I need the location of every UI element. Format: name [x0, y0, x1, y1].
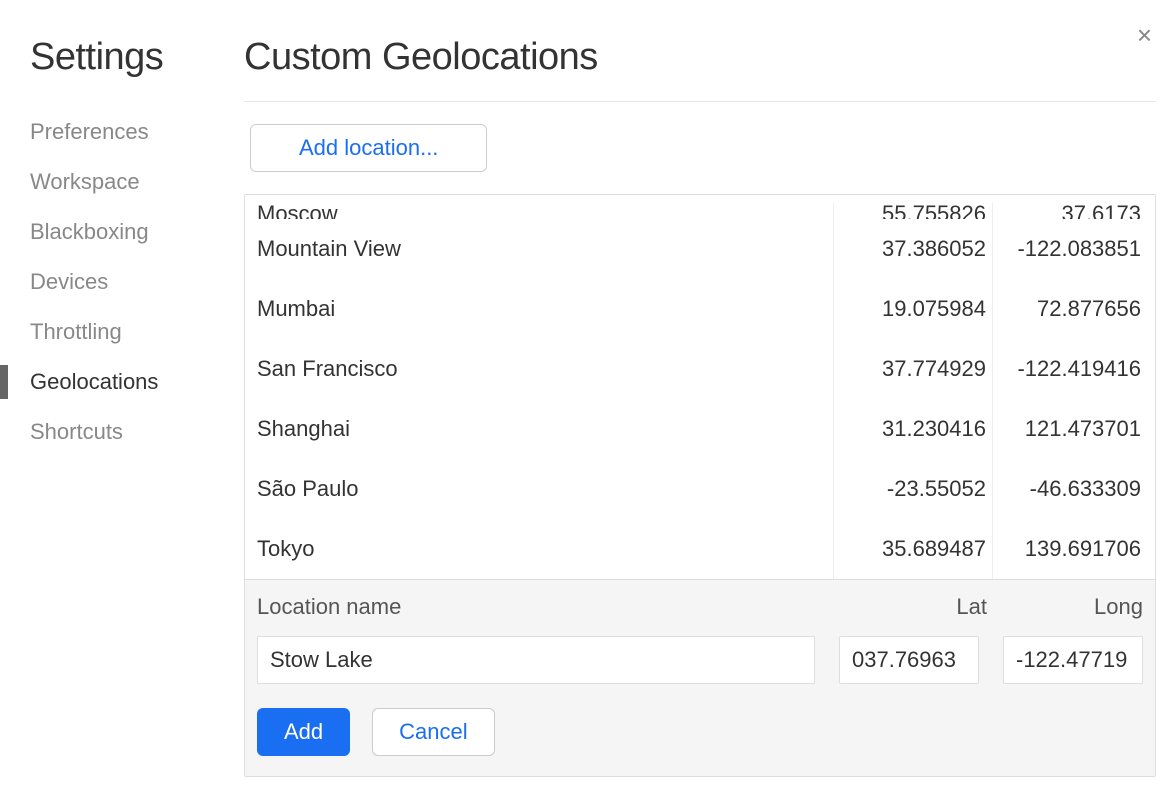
sidebar-item-workspace[interactable]: Workspace — [30, 157, 244, 207]
location-lat-cell: -23.55052 — [833, 459, 993, 519]
header-lat: Lat — [843, 594, 993, 620]
location-lat-cell: 55.755826 — [833, 203, 993, 219]
location-lat-cell: 19.075984 — [833, 279, 993, 339]
edit-location-form: Location name Lat Long Add Cancel — [245, 579, 1155, 776]
sidebar-item-throttling[interactable]: Throttling — [30, 307, 244, 357]
sidebar-item-shortcuts[interactable]: Shortcuts — [30, 407, 244, 457]
sidebar-item-geolocations[interactable]: Geolocations — [30, 357, 244, 407]
location-name-cell: Tokyo — [257, 536, 833, 562]
table-row[interactable]: Mountain View 37.386052 -122.083851 — [245, 219, 1155, 279]
settings-title: Settings — [30, 36, 244, 79]
location-long-cell: 121.473701 — [993, 416, 1143, 442]
header-location-name: Location name — [257, 594, 843, 620]
location-lat-cell: 37.386052 — [833, 219, 993, 279]
location-lat-cell: 37.774929 — [833, 339, 993, 399]
table-row[interactable]: Mumbai 19.075984 72.877656 — [245, 279, 1155, 339]
lat-input[interactable] — [839, 636, 979, 684]
add-button[interactable]: Add — [257, 708, 350, 756]
location-long-cell: 72.877656 — [993, 296, 1143, 322]
location-long-cell: -46.633309 — [993, 476, 1143, 502]
table-row[interactable]: Moscow 55.755826 37.6173 — [245, 195, 1155, 219]
location-long-cell: -122.083851 — [993, 236, 1143, 262]
settings-dialog: × Settings Preferences Workspace Blackbo… — [0, 0, 1176, 794]
add-location-button[interactable]: Add location... — [250, 124, 487, 172]
sidebar-nav: Preferences Workspace Blackboxing Device… — [30, 107, 244, 457]
location-lat-cell: 31.230416 — [833, 399, 993, 459]
location-name-cell: São Paulo — [257, 476, 833, 502]
long-input[interactable] — [1003, 636, 1143, 684]
location-name-cell: Shanghai — [257, 416, 833, 442]
location-lat-cell: 35.689487 — [833, 519, 993, 579]
locations-table: Moscow 55.755826 37.6173 Mountain View 3… — [244, 194, 1156, 777]
sidebar-item-devices[interactable]: Devices — [30, 257, 244, 307]
location-long-cell: 139.691706 — [993, 536, 1143, 562]
location-long-cell: 37.6173 — [993, 201, 1143, 219]
main-panel: Custom Geolocations Add location... Mosc… — [244, 0, 1176, 794]
sidebar-item-preferences[interactable]: Preferences — [30, 107, 244, 157]
table-row[interactable]: Shanghai 31.230416 121.473701 — [245, 399, 1155, 459]
header-long: Long — [993, 594, 1143, 620]
settings-sidebar: Settings Preferences Workspace Blackboxi… — [0, 0, 244, 794]
close-icon[interactable]: × — [1137, 22, 1152, 48]
location-name-cell: Moscow — [257, 201, 833, 219]
location-name-input[interactable] — [257, 636, 815, 684]
page-title: Custom Geolocations — [244, 36, 1156, 102]
location-name-cell: San Francisco — [257, 356, 833, 382]
locations-scroll[interactable]: Moscow 55.755826 37.6173 Mountain View 3… — [245, 195, 1155, 579]
table-row[interactable]: Tokyo 35.689487 139.691706 — [245, 519, 1155, 579]
location-name-cell: Mountain View — [257, 236, 833, 262]
edit-header: Location name Lat Long — [257, 594, 1143, 620]
cancel-button[interactable]: Cancel — [372, 708, 494, 756]
sidebar-item-blackboxing[interactable]: Blackboxing — [30, 207, 244, 257]
location-name-cell: Mumbai — [257, 296, 833, 322]
table-row[interactable]: San Francisco 37.774929 -122.419416 — [245, 339, 1155, 399]
location-long-cell: -122.419416 — [993, 356, 1143, 382]
table-row[interactable]: São Paulo -23.55052 -46.633309 — [245, 459, 1155, 519]
